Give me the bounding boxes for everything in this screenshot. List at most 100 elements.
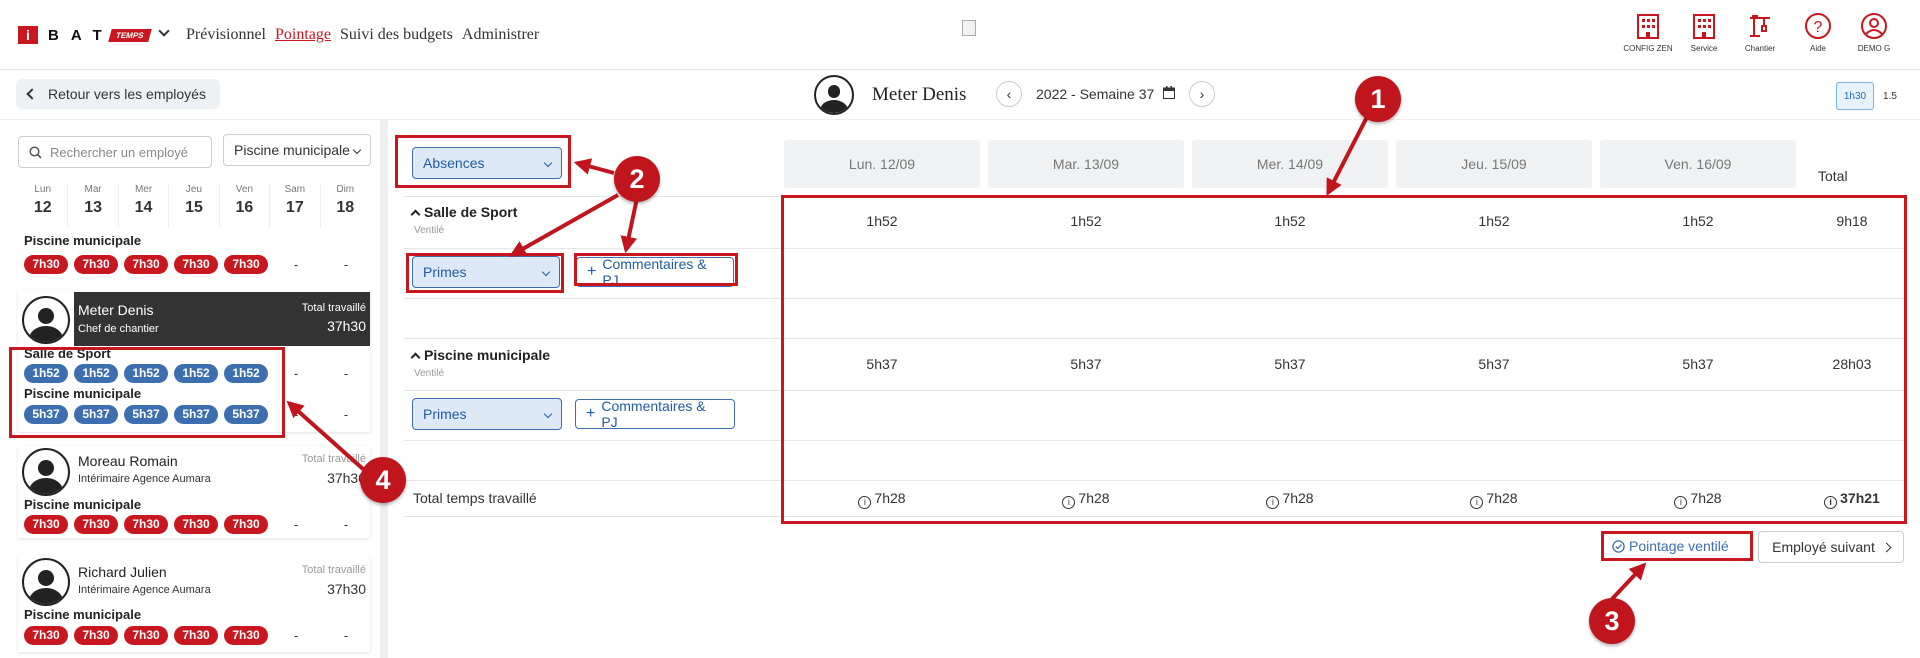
divider bbox=[404, 248, 1904, 249]
hours-pill[interactable]: 5h37 bbox=[224, 405, 268, 424]
aide-button[interactable]: ? Aide bbox=[1786, 12, 1850, 53]
annotation-marker-1: 1 bbox=[1355, 76, 1401, 122]
info-icon[interactable]: i bbox=[1266, 496, 1280, 509]
hours-pill[interactable]: 7h30 bbox=[24, 626, 68, 645]
logo-text: BAT bbox=[48, 26, 114, 44]
chevron-up-icon bbox=[410, 352, 421, 363]
hours-pill[interactable]: 7h30 bbox=[174, 515, 218, 534]
user-menu-button[interactable]: DEMO G bbox=[1842, 12, 1906, 53]
zoom-mode-hours[interactable]: 1h30 bbox=[1836, 82, 1874, 110]
hours-pill[interactable]: 7h30 bbox=[74, 255, 118, 274]
info-icon[interactable]: i bbox=[858, 496, 872, 509]
time-cell[interactable]: 1h52 bbox=[784, 213, 980, 229]
calendar-icon[interactable] bbox=[1163, 86, 1175, 102]
hours-pill[interactable]: 1h52 bbox=[74, 364, 118, 383]
zoom-mode-decimal[interactable]: 1.5 bbox=[1876, 82, 1904, 110]
time-cell[interactable]: 5h37 bbox=[784, 356, 980, 372]
arrow-2b bbox=[509, 193, 619, 257]
hours-pill[interactable]: 1h52 bbox=[174, 364, 218, 383]
chantier-button[interactable]: Chantier bbox=[1728, 12, 1792, 53]
nav-item-previsionnel[interactable]: Prévisionnel bbox=[186, 26, 266, 44]
hours-pill[interactable]: 1h52 bbox=[24, 364, 68, 383]
section-title[interactable]: Piscine municipale bbox=[410, 347, 550, 363]
info-icon[interactable]: i bbox=[1470, 496, 1484, 509]
hours-pill[interactable]: 7h30 bbox=[74, 515, 118, 534]
nav-item-suivi-budgets[interactable]: Suivi des budgets bbox=[340, 26, 453, 44]
time-cell[interactable]: 1h52 bbox=[988, 213, 1184, 229]
avatar bbox=[22, 448, 70, 496]
next-week-button[interactable]: › bbox=[1189, 81, 1215, 107]
total-worked-value: 37h30 bbox=[327, 318, 366, 334]
info-icon[interactable]: i bbox=[1674, 496, 1688, 509]
site-label: Piscine municipale bbox=[24, 607, 142, 622]
total-day-cell: i 7h28 bbox=[1600, 490, 1796, 509]
hours-pill[interactable]: 7h30 bbox=[24, 255, 68, 274]
empty-day: - bbox=[293, 517, 299, 532]
hours-pill[interactable]: 1h52 bbox=[124, 364, 168, 383]
config-zen-button[interactable]: CONFIG ZEN bbox=[1616, 12, 1680, 53]
logo-badge: TEMPS bbox=[107, 28, 152, 42]
hours-pill[interactable]: 7h30 bbox=[124, 255, 168, 274]
hours-pill[interactable]: 7h30 bbox=[224, 515, 268, 534]
day-column-header: Ven. 16/09 bbox=[1600, 140, 1796, 188]
time-cell[interactable]: 5h37 bbox=[1600, 356, 1796, 372]
hours-pill[interactable]: 7h30 bbox=[124, 626, 168, 645]
prev-employee-site: Piscine municipale bbox=[24, 236, 142, 248]
chevron-left-icon bbox=[26, 88, 38, 100]
hours-pill[interactable]: 1h52 bbox=[224, 364, 268, 383]
absences-select[interactable]: Absences bbox=[412, 147, 562, 179]
scrollbar[interactable] bbox=[380, 120, 388, 658]
plus-icon: + bbox=[587, 263, 597, 280]
hours-pill[interactable]: 7h30 bbox=[124, 515, 168, 534]
app-logo[interactable]: i BAT TEMPS bbox=[18, 26, 152, 44]
empty-day: - bbox=[343, 366, 349, 381]
previous-week-button[interactable]: ‹ bbox=[996, 81, 1022, 107]
site-label: Piscine municipale bbox=[24, 386, 142, 401]
section-title[interactable]: Salle de Sport bbox=[410, 204, 517, 220]
hours-pill[interactable]: 5h37 bbox=[174, 405, 218, 424]
nav-item-pointage[interactable]: Pointage bbox=[275, 26, 331, 44]
time-cell[interactable]: 5h37 bbox=[1192, 356, 1388, 372]
day-header: Dim 18 bbox=[336, 184, 355, 216]
day-header: Mar 13 bbox=[68, 184, 119, 228]
hours-pill[interactable]: 5h37 bbox=[74, 405, 118, 424]
search-placeholder: Rechercher un employé bbox=[50, 144, 189, 160]
time-cell[interactable]: 5h37 bbox=[988, 356, 1184, 372]
site-hours-row: 1h52 1h52 1h52 1h52 1h52 - - bbox=[24, 364, 368, 383]
info-icon[interactable]: i bbox=[1824, 496, 1838, 509]
site-hours-row: 7h30 7h30 7h30 7h30 7h30 - - bbox=[24, 515, 368, 534]
comments-attachments-button[interactable]: + Commentaires & PJ bbox=[576, 256, 734, 288]
hours-pill[interactable]: 5h37 bbox=[24, 405, 68, 424]
service-button[interactable]: Service bbox=[1672, 12, 1736, 53]
hours-pill[interactable]: 7h30 bbox=[224, 626, 268, 645]
comments-attachments-button[interactable]: + Commentaires & PJ bbox=[575, 398, 735, 430]
time-cell[interactable]: 1h52 bbox=[1192, 213, 1388, 229]
hours-pill[interactable]: 7h30 bbox=[74, 626, 118, 645]
divider bbox=[404, 440, 1904, 441]
hours-pill[interactable]: 7h30 bbox=[224, 255, 268, 274]
site-hours-row: 7h30 7h30 7h30 7h30 7h30 - - bbox=[24, 626, 368, 645]
svg-text:?: ? bbox=[1814, 19, 1823, 36]
user-icon bbox=[1842, 12, 1906, 44]
site-filter-select[interactable]: Piscine municipale bbox=[223, 134, 371, 166]
hours-pill[interactable]: 7h30 bbox=[24, 515, 68, 534]
hours-pill[interactable]: 7h30 bbox=[174, 626, 218, 645]
next-employee-button[interactable]: Employé suivant bbox=[1758, 531, 1904, 563]
hours-pill[interactable]: 7h30 bbox=[174, 255, 218, 274]
icon-label: Chantier bbox=[1744, 44, 1776, 53]
primes-select[interactable]: Primes bbox=[412, 398, 562, 430]
info-icon[interactable]: i bbox=[1062, 496, 1076, 509]
pointage-ventile-status[interactable]: Pointage ventilé bbox=[1612, 532, 1729, 560]
nav-item-administrer[interactable]: Administrer bbox=[462, 26, 539, 44]
empty-day: - bbox=[293, 628, 299, 643]
time-cell[interactable]: 1h52 bbox=[1396, 213, 1592, 229]
hours-pill[interactable]: 5h37 bbox=[124, 405, 168, 424]
time-cell[interactable]: 1h52 bbox=[1600, 213, 1796, 229]
day-header: Ven 16 bbox=[220, 184, 271, 228]
employee-name: Meter Denis bbox=[78, 302, 154, 318]
back-to-employees-button[interactable]: Retour vers les employés bbox=[16, 79, 220, 109]
site-filter-value: Piscine municipale bbox=[234, 142, 350, 158]
search-input[interactable]: Rechercher un employé bbox=[18, 136, 212, 168]
time-cell[interactable]: 5h37 bbox=[1396, 356, 1592, 372]
primes-select[interactable]: Primes bbox=[412, 256, 560, 288]
